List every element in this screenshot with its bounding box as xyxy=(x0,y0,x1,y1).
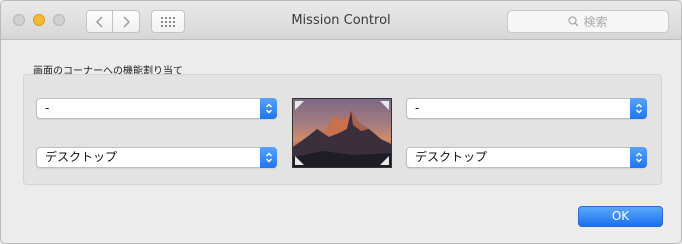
corner-marker xyxy=(380,156,389,165)
close-window-button[interactable] xyxy=(13,14,25,26)
top-right-corner-popup[interactable]: - xyxy=(406,98,647,119)
hot-corners-sheet: Mission Control 検索 画面のコーナーへの機能割り当て - デスク… xyxy=(0,0,682,244)
bottom-left-corner-value: デスクトップ xyxy=(45,150,118,164)
grid-icon xyxy=(161,16,175,27)
mountain-wallpaper-icon xyxy=(293,111,391,167)
popup-arrows-icon xyxy=(260,147,277,168)
top-left-corner-value: - xyxy=(45,101,50,115)
corner-marker xyxy=(380,101,389,110)
corner-marker xyxy=(295,101,304,110)
bottom-right-corner-value: デスクトップ xyxy=(415,150,488,164)
popup-arrows-icon xyxy=(630,98,647,119)
top-right-corner-value: - xyxy=(415,101,420,115)
zoom-window-button[interactable] xyxy=(53,14,65,26)
minimize-window-button[interactable] xyxy=(33,14,45,26)
search-field[interactable]: 検索 xyxy=(507,10,669,33)
back-button[interactable] xyxy=(86,10,113,33)
window-titlebar: Mission Control 検索 xyxy=(1,1,681,40)
ok-button[interactable]: OK xyxy=(578,206,663,227)
corner-marker xyxy=(295,156,304,165)
search-icon xyxy=(568,16,579,27)
popup-arrows-icon xyxy=(630,147,647,168)
window-title: Mission Control xyxy=(291,13,391,28)
chevron-left-icon xyxy=(95,15,103,28)
bottom-right-corner-popup[interactable]: デスクトップ xyxy=(406,147,647,168)
chevron-right-icon xyxy=(123,15,130,28)
forward-button[interactable] xyxy=(113,10,140,33)
desktop-preview-image xyxy=(292,98,392,168)
show-all-button[interactable] xyxy=(151,10,185,33)
bottom-left-corner-popup[interactable]: デスクトップ xyxy=(36,147,277,168)
popup-arrows-icon xyxy=(260,98,277,119)
search-placeholder: 検索 xyxy=(583,15,608,29)
top-left-corner-popup[interactable]: - xyxy=(36,98,277,119)
